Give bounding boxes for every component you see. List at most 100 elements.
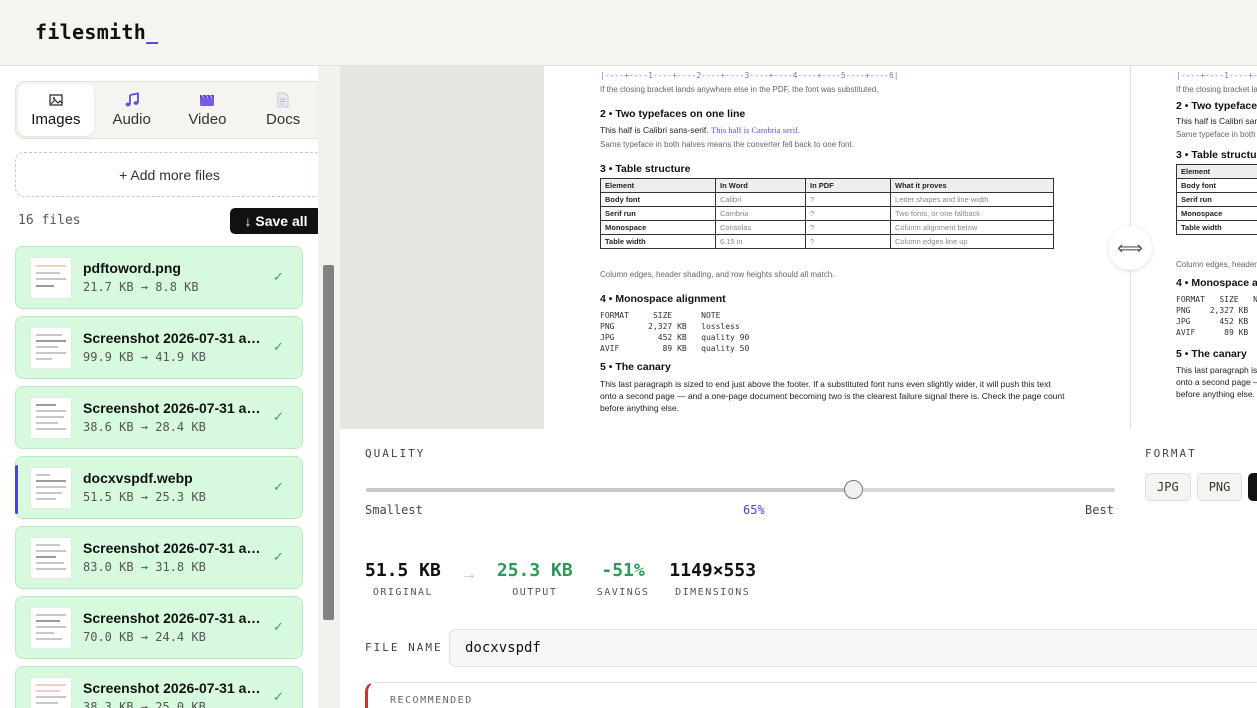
file-size: 99.9 KB → 41.9 KB (83, 350, 206, 364)
section-5-title: 5 • The canary (600, 361, 671, 373)
file-thumbnail (30, 397, 72, 439)
settings-panel: QUALITY Smallest 65% Best FORMAT JPG PNG… (340, 429, 1257, 708)
section-2-note: Same typeface in both ha (1176, 130, 1257, 139)
ruler-note: If the closing bracket lan (1176, 85, 1257, 94)
size-stats: 51.5 KB ORIGINAL → 25.3 KB OUTPUT -51% S… (365, 560, 756, 598)
section-4-title: 4 • Monospace alignment (600, 293, 726, 305)
file-list-item[interactable]: Screenshot 2026-07-31 at… 38.6 KB → 28.4… (15, 386, 303, 449)
recommended-label: RECOMMENDED (390, 695, 473, 706)
file-name: Screenshot 2026-07-31 at… (83, 680, 261, 696)
ruler-note: If the closing bracket lands anywhere el… (600, 85, 879, 94)
stat-original: 51.5 KB ORIGINAL (365, 560, 441, 598)
comparison-preview: |----+----1----+----2----+----3----+----… (340, 66, 1257, 429)
file-thumbnail (30, 327, 72, 369)
section-2-title: 2 • Two typefaces on one line (600, 108, 746, 120)
monospace-block: FORMAT SIZE N PNG 2,327 KB lo JPG 452 KB… (1176, 295, 1257, 337)
file-size: 70.0 KB → 24.4 KB (83, 630, 206, 644)
section-2-title: 2 • Two typefaces o (1176, 100, 1257, 112)
check-icon: ✓ (273, 409, 284, 424)
typeface-line: This half is Calibri sans-serif. This ha… (600, 125, 801, 135)
file-size: 21.7 KB → 8.8 KB (83, 280, 199, 294)
file-name: Screenshot 2026-07-31 at… (83, 400, 261, 416)
ruler-line: |----+----1----+----2----+----3----+----… (600, 71, 899, 80)
stat-output: 25.3 KB OUTPUT (496, 560, 573, 598)
file-list: pdftoword.png 21.7 KB → 8.8 KB ✓ Screens… (15, 246, 303, 708)
check-icon: ✓ (273, 479, 284, 494)
quality-slider[interactable] (366, 480, 1115, 499)
canary-line-1: This last paragraph is sized to end just… (600, 379, 1051, 389)
check-icon: ✓ (273, 269, 284, 284)
recommended-card: RECOMMENDED (365, 682, 1257, 708)
quality-slider-fill (366, 488, 853, 492)
file-list-item[interactable]: Screenshot 2026-07-31 at… 38.3 KB → 25.0… (15, 666, 303, 708)
slider-min-label: Smallest (365, 503, 423, 517)
canary-line-3: before anything else. (1176, 389, 1255, 399)
typeface-line: This half is Calibri san (1176, 116, 1257, 126)
app-logo[interactable]: filesmith_ (35, 20, 158, 44)
canary-line-2: onto a second page — (1176, 377, 1257, 387)
section-3-title: 3 • Table structure (1176, 149, 1257, 161)
file-thumbnail (30, 537, 72, 579)
file-list-item[interactable]: pdftoword.png 21.7 KB → 8.8 KB ✓ (15, 246, 303, 309)
format-label: FORMAT (1145, 447, 1197, 460)
section-3-note: Column edges, header sh (1176, 260, 1257, 269)
file-list-item[interactable]: Screenshot 2026-07-31 at… 70.0 KB → 24.4… (15, 596, 303, 659)
film-icon (199, 92, 215, 108)
monospace-block: FORMAT SIZE NOTE PNG 2,327 KB lossless J… (600, 311, 750, 353)
stat-dimensions: 1149×553 DIMENSIONS (669, 560, 757, 598)
check-icon: ✓ (273, 689, 284, 704)
section-3-note: Column edges, header shading, and row he… (600, 270, 835, 279)
canary-line-2: onto a second page — and a one-page docu… (600, 391, 1065, 401)
sidebar-scrollbar-thumb[interactable] (323, 265, 334, 620)
format-jpg-button[interactable]: JPG (1145, 473, 1191, 501)
file-list-item[interactable]: Screenshot 2026-07-31 at… 99.9 KB → 41.9… (15, 316, 303, 379)
section-5-title: 5 • The canary (1176, 348, 1247, 360)
file-list-item[interactable]: Screenshot 2026-07-31 at… 83.0 KB → 31.8… (15, 526, 303, 589)
add-more-files-button[interactable]: + Add more files (15, 152, 324, 197)
file-name: docxvspdf.webp (83, 470, 193, 486)
sidebar: Images Audio Video Docs + Add more files… (0, 66, 340, 708)
file-thumbnail (30, 677, 72, 708)
file-thumbnail (30, 607, 72, 649)
tab-video[interactable]: Video (170, 84, 246, 136)
quality-percent: 65% (743, 503, 765, 517)
quality-label: QUALITY (365, 447, 426, 460)
format-png-button[interactable]: PNG (1196, 473, 1243, 501)
original-preview-pane: |----+----1----+----2----+----3----+----… (544, 66, 1130, 429)
arrow-right-icon: → (460, 566, 477, 583)
media-type-tabs: Images Audio Video Docs (15, 81, 324, 139)
file-thumbnail (30, 467, 72, 509)
check-icon: ✓ (273, 549, 284, 564)
app-header: filesmith_ (0, 0, 1257, 66)
slider-max-label: Best (1085, 503, 1114, 517)
save-all-button[interactable]: ↓ Save all (230, 208, 322, 234)
comparison-table: Element In Word In PDF What it proves Bo… (600, 178, 1054, 249)
image-icon (48, 92, 64, 108)
file-name: Screenshot 2026-07-31 at… (83, 610, 261, 626)
tab-images[interactable]: Images (18, 84, 94, 136)
section-2-note: Same typeface in both halves means the c… (600, 140, 854, 149)
section-4-title: 4 • Monospace alig (1176, 277, 1257, 289)
file-name-input[interactable]: docxvspdf (449, 629, 1257, 667)
file-name: pdftoword.png (83, 260, 181, 276)
file-size: 38.6 KB → 28.4 KB (83, 420, 206, 434)
quality-slider-knob[interactable] (843, 480, 863, 499)
canary-line-1: This last paragraph is (1176, 365, 1257, 375)
compare-divider-handle[interactable]: ⟺ (1108, 226, 1152, 270)
music-note-icon (124, 92, 140, 108)
document-icon (275, 92, 291, 108)
file-name: Screenshot 2026-07-31 at… (83, 330, 261, 346)
file-list-item-selected[interactable]: docxvspdf.webp 51.5 KB → 25.3 KB ✓ (15, 456, 303, 519)
format-selected-button[interactable] (1248, 473, 1257, 501)
tab-audio[interactable]: Audio (94, 84, 170, 136)
tab-docs[interactable]: Docs (245, 84, 321, 136)
file-count: 16 files (18, 213, 81, 228)
file-name: Screenshot 2026-07-31 at… (83, 540, 261, 556)
check-icon: ✓ (273, 339, 284, 354)
section-3-title: 3 • Table structure (600, 163, 691, 175)
format-selector: JPG PNG (1145, 473, 1257, 501)
stat-savings: -51% SAVINGS (596, 560, 650, 598)
check-icon: ✓ (273, 619, 284, 634)
file-size: 51.5 KB → 25.3 KB (83, 490, 206, 504)
file-size: 83.0 KB → 31.8 KB (83, 560, 206, 574)
